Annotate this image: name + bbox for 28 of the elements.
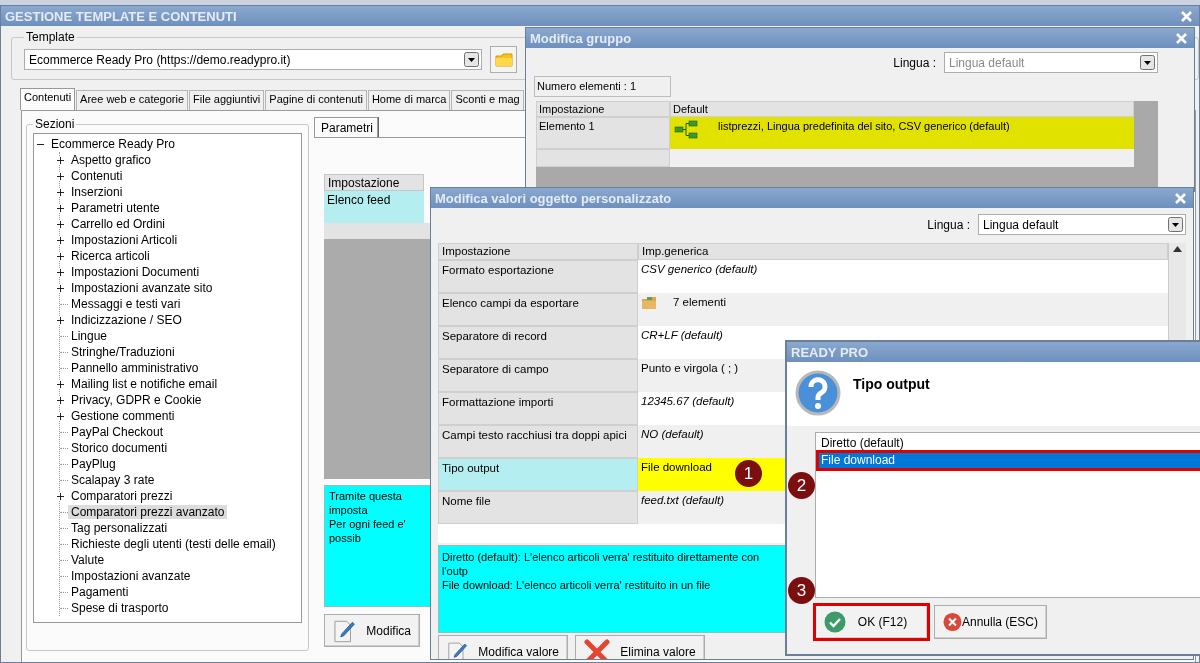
- value-text: Punto e virgola ( ; ): [641, 362, 739, 374]
- value-text: File download: [641, 461, 712, 473]
- info-text: File download: L'elenco articoli verra' restituito in un file: [442, 578, 712, 592]
- window-title: GESTIONE TEMPLATE E CONTENUTI: [5, 8, 237, 24]
- info-text: Per ogni feed e' possib: [329, 517, 407, 545]
- field-label: Lingua :: [893, 55, 936, 70]
- column-header: Impostazione: [324, 174, 424, 191]
- window-title: READY PRO: [791, 344, 869, 360]
- group-label: Sezioni: [34, 117, 76, 131]
- column-header: Impostazione: [438, 243, 638, 260]
- value-text: 7 elementi: [673, 296, 727, 308]
- value-text: CR+LF (default): [641, 329, 723, 341]
- info-text: Diretto (default): L'elenco articoli verra' restituito direttamente con l'outp: [442, 550, 761, 578]
- field-label: Lingua :: [927, 217, 970, 232]
- table-cell: Elemento 1: [536, 117, 670, 149]
- column-header: Default: [670, 101, 1134, 117]
- dialog-heading: Tipo output: [853, 376, 930, 394]
- value-text: 12345.67 (default): [641, 395, 735, 407]
- value-text: NO (default): [641, 428, 704, 440]
- info-text: Tramite questa imposta: [329, 489, 403, 517]
- value-text: feed.txt (default): [641, 494, 725, 506]
- group-label: Template: [25, 30, 76, 44]
- column-header: Imp.generica: [638, 243, 1169, 260]
- window-title: Modifica valori oggetto personalizzato: [435, 190, 672, 206]
- column-header: Impostazione: [536, 101, 670, 117]
- count-field: Numero elementi : 1: [534, 76, 671, 97]
- window-title: Modifica gruppo: [530, 30, 632, 46]
- value-text: CSV generico (default): [641, 263, 758, 275]
